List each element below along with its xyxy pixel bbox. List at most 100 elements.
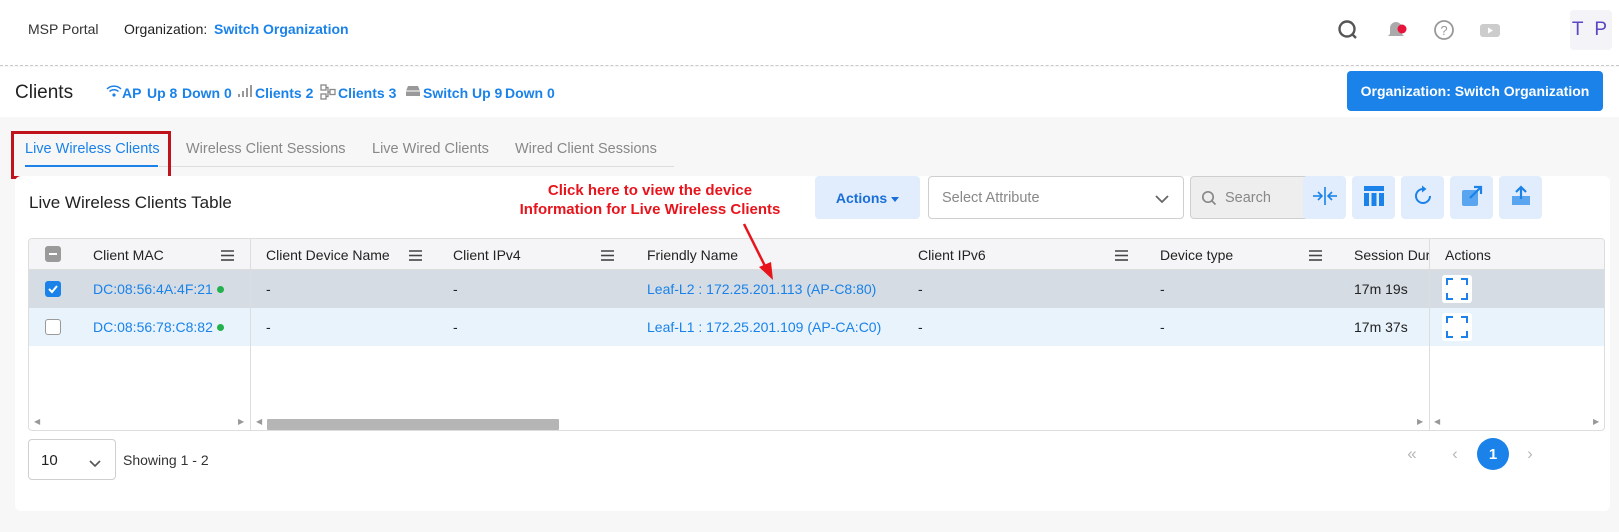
- page-title: Clients: [15, 82, 74, 103]
- export-icon: [1510, 185, 1532, 210]
- scroll-right-arrow[interactable]: ▶: [238, 417, 244, 426]
- session-duration-cell: 17m 19s: [1354, 281, 1408, 297]
- client-ipv4-cell: -: [453, 319, 458, 335]
- table-row[interactable]: DC:08:56:78:C8:82 - - Leaf-L1 : 172.25.2…: [29, 308, 1604, 346]
- switch-organization-link[interactable]: Switch Organization: [214, 21, 349, 37]
- column-layout-button[interactable]: [1352, 176, 1395, 219]
- column-layout-icon: [1363, 185, 1385, 210]
- switch-up-count[interactable]: Switch Up 9: [423, 85, 502, 101]
- annotation-callout: Click here to view the device Informatio…: [485, 181, 815, 219]
- clients-header: Clients AP Up 8 Down 0 Clients 2 Clients…: [0, 67, 1619, 117]
- column-menu-icon[interactable]: [1309, 248, 1322, 264]
- client-mac-text: DC:08:56:4A:4F:21: [93, 281, 213, 297]
- table-header-row: Client MAC Client Device Name Client IPv…: [29, 239, 1604, 270]
- column-header-client-ipv4[interactable]: Client IPv4: [453, 247, 521, 263]
- client-mac-text: DC:08:56:78:C8:82: [93, 319, 213, 335]
- friendly-name-link[interactable]: Leaf-L1 : 172.25.201.109 (AP-CA:C0): [647, 319, 881, 335]
- column-header-device-type[interactable]: Device type: [1160, 247, 1233, 263]
- column-header-actions: Actions: [1445, 247, 1491, 263]
- switch-icon: [405, 84, 421, 100]
- collapse-columns-icon: [1312, 186, 1338, 209]
- open-external-button[interactable]: [1450, 176, 1493, 219]
- first-page-icon[interactable]: «: [1396, 438, 1428, 470]
- switch-down-count[interactable]: Down 0: [505, 85, 555, 101]
- client-device-name-cell: -: [266, 281, 271, 297]
- organization-label: Organization:: [124, 21, 208, 37]
- scroll-left-arrow[interactable]: ◀: [1434, 417, 1440, 426]
- client-ipv6-cell: -: [918, 281, 923, 297]
- help-icon[interactable]: ?: [1432, 18, 1456, 42]
- select-attribute-dropdown[interactable]: Select Attribute: [928, 176, 1184, 219]
- wifi-icon: [106, 84, 122, 101]
- export-button[interactable]: [1499, 176, 1542, 219]
- scroll-left-arrow[interactable]: ◀: [256, 417, 262, 426]
- svg-text:?: ?: [1440, 23, 1447, 38]
- client-ipv4-cell: -: [453, 281, 458, 297]
- tab-wired-client-sessions[interactable]: Wired Client Sessions: [515, 141, 657, 157]
- column-header-session-duration[interactable]: Session Dura: [1354, 247, 1429, 263]
- annotation-line-2: Information for Live Wireless Clients: [519, 201, 781, 218]
- column-menu-icon[interactable]: [409, 248, 422, 264]
- device-type-cell: -: [1160, 319, 1165, 335]
- expand-details-button[interactable]: [1442, 275, 1472, 303]
- row-checkbox[interactable]: [45, 319, 61, 335]
- page-number-current[interactable]: 1: [1477, 438, 1509, 470]
- caret-down-icon: [891, 190, 900, 206]
- table-title: Live Wireless Clients Table: [29, 193, 232, 212]
- wireless-clients-count[interactable]: Clients 2: [255, 85, 313, 101]
- ap-label[interactable]: AP: [122, 85, 141, 101]
- search-placeholder: Search: [1225, 190, 1271, 206]
- expand-icon: [1446, 278, 1468, 300]
- client-ipv6-cell: -: [918, 319, 923, 335]
- client-mac-link[interactable]: DC:08:56:78:C8:82: [93, 319, 224, 335]
- notification-bell-icon[interactable]: [1384, 18, 1408, 42]
- brand-label[interactable]: MSP Portal: [28, 21, 99, 37]
- horizontal-scrollbar-thumb[interactable]: [267, 419, 559, 430]
- previous-page-icon[interactable]: ‹: [1439, 438, 1471, 470]
- table-row[interactable]: DC:08:56:4A:4F:21 - - Leaf-L2 : 172.25.2…: [29, 270, 1604, 308]
- switch-organization-button[interactable]: Organization: Switch Organization: [1347, 71, 1603, 111]
- scroll-right-arrow[interactable]: ▶: [1593, 417, 1599, 426]
- annotation-arrow: [742, 223, 773, 280]
- online-status-dot: [216, 286, 224, 293]
- column-menu-icon[interactable]: [221, 248, 234, 264]
- scroll-left-arrow[interactable]: ◀: [34, 417, 40, 426]
- ap-down-count[interactable]: Down 0: [182, 85, 232, 101]
- ap-up-count[interactable]: Up 8: [147, 85, 177, 101]
- page-size-value: 10: [41, 452, 58, 469]
- signal-bars-icon: [237, 84, 253, 101]
- actions-dropdown-button[interactable]: Actions: [815, 176, 920, 219]
- expand-details-button[interactable]: [1442, 313, 1472, 341]
- network-icon: [320, 84, 336, 103]
- select-all-checkbox[interactable]: [45, 246, 61, 262]
- page-size-select[interactable]: 10: [28, 439, 116, 480]
- refresh-button[interactable]: [1401, 176, 1444, 219]
- tab-wireless-client-sessions[interactable]: Wireless Client Sessions: [186, 141, 346, 157]
- column-header-client-device-name[interactable]: Client Device Name: [266, 247, 390, 263]
- chevron-down-icon: [89, 455, 101, 472]
- refresh-icon: [1412, 185, 1434, 210]
- highlight-box: [11, 131, 171, 179]
- client-device-name-cell: -: [266, 319, 271, 335]
- annotation-line-1: Click here to view the device: [547, 182, 753, 199]
- online-status-dot: [216, 324, 224, 331]
- avatar[interactable]: T P: [1570, 10, 1612, 50]
- video-icon[interactable]: [1478, 18, 1502, 42]
- expand-icon: [1446, 316, 1468, 338]
- tab-live-wired-clients[interactable]: Live Wired Clients: [372, 141, 489, 157]
- column-menu-icon[interactable]: [601, 248, 614, 264]
- showing-range-text: Showing 1 - 2: [123, 452, 209, 468]
- scroll-right-arrow[interactable]: ▶: [1417, 417, 1423, 426]
- row-checkbox[interactable]: [45, 281, 61, 297]
- next-page-icon[interactable]: ›: [1514, 438, 1546, 470]
- client-mac-link[interactable]: DC:08:56:4A:4F:21: [93, 281, 224, 297]
- session-duration-cell: 17m 37s: [1354, 319, 1408, 335]
- column-menu-icon[interactable]: [1115, 248, 1128, 264]
- collapse-columns-button[interactable]: [1303, 176, 1346, 219]
- friendly-name-link[interactable]: Leaf-L2 : 172.25.201.113 (AP-C8:80): [647, 281, 876, 297]
- column-header-client-mac[interactable]: Client MAC: [93, 247, 164, 263]
- column-header-client-ipv6[interactable]: Client IPv6: [918, 247, 986, 263]
- search-icon[interactable]: [1336, 18, 1360, 42]
- column-header-friendly-name[interactable]: Friendly Name: [647, 247, 738, 263]
- wired-clients-count[interactable]: Clients 3: [338, 85, 396, 101]
